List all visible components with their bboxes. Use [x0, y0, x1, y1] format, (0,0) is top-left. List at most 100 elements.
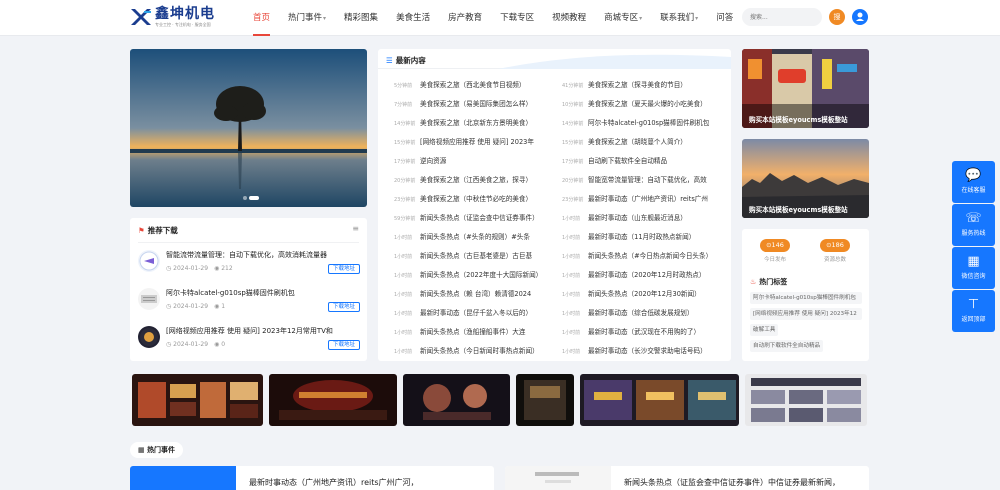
service-hotline-button[interactable]: ☏ 服务热线 [952, 204, 995, 246]
back-to-top-button[interactable]: ⊤ 返回顶部 [952, 290, 995, 332]
news-title[interactable]: 新闻头条热点（赖 台湾）赖清德2024 [420, 290, 531, 298]
hero-slider[interactable] [130, 49, 367, 207]
tag-item[interactable]: [网络视频应用推荐 使用 疑问] 2023年12 [750, 308, 862, 320]
tag-item[interactable]: 阿尔卡特alcatel-g010sp猫棒固件刷机包 [750, 292, 862, 304]
news-row[interactable]: 10分钟前 美食探索之旅（夏天最火爆的小吃美食） [562, 95, 725, 114]
news-row[interactable]: 1小时前 新闻头条热点（2022年度十大国际新闻） [394, 266, 557, 285]
item-title[interactable]: 智能流带流量管理：自动下载优化，高效消耗流量器 [166, 250, 360, 260]
news-title[interactable]: 最新时事动态（广州地产资讯）reits广州 [588, 195, 708, 203]
gallery-image[interactable] [403, 374, 510, 426]
news-row[interactable]: 1小时前 最新时事动态（长沙交警求助电话号码） [562, 342, 725, 361]
news-title[interactable]: 美食探索之旅（西北美食节目视频） [420, 81, 526, 89]
nav-item-qa[interactable]: 问答 [707, 0, 742, 36]
gallery-image[interactable] [132, 374, 263, 426]
side-image-card[interactable]: 购买本站模板eyoucms模板整站 [742, 139, 869, 218]
news-title[interactable]: 最新时事动态（综合低碳发展规划） [588, 309, 694, 317]
news-title[interactable]: 自动刷下载软件全自动精品 [588, 157, 667, 165]
news-row[interactable]: 23分钟前 最新时事动态（广州地产资讯）reits广州 [562, 190, 725, 209]
news-title[interactable]: 阿尔卡特alcatel-g010sp猫棒固件刷机包 [588, 119, 709, 127]
news-title[interactable]: 新闻头条热点（渔船撞船事件）大连 [420, 328, 526, 336]
side-image-card[interactable]: 购买本站模板eyoucms模板整站 [742, 49, 869, 128]
gallery-image[interactable] [580, 374, 739, 426]
nav-item-gallery[interactable]: 精彩图集 [335, 0, 387, 36]
item-title[interactable]: [网络视频应用推荐 使用 疑问] 2023年12月常用TV和 [166, 326, 360, 336]
nav-item-house-edu[interactable]: 房产教育 [439, 0, 491, 36]
news-title[interactable]: 智能宽带流量管理：自动下载优化，高效 [588, 176, 707, 184]
news-title[interactable]: 美食探索之旅（夏天最火爆的小吃美食） [588, 100, 707, 108]
nav-item-home[interactable]: 首页 [244, 0, 279, 36]
nav-item-hot-events[interactable]: 热门事件▾ [279, 0, 335, 36]
news-row[interactable]: 1小时前 新闻头条热点（渔船撞船事件）大连 [394, 323, 557, 342]
news-title[interactable]: 新闻头条热点（#今日热点新闻今日头条） [588, 252, 712, 260]
news-row[interactable]: 17分钟前 逆向资源 [394, 152, 557, 171]
news-title[interactable]: 新闻头条热点（2020年12月30新闻） [588, 290, 701, 298]
download-link-button[interactable]: 下载地址 [327, 264, 360, 274]
news-title[interactable]: [网络视频应用推荐 使用 疑问] 2023年 [420, 138, 534, 146]
side-image-caption[interactable]: 购买本站模板eyoucms模板整站 [749, 204, 848, 214]
news-row[interactable]: 1小时前 新闻头条热点（2020年12月30新闻） [562, 285, 725, 304]
search-input[interactable] [742, 8, 822, 26]
news-title[interactable]: 美食探索之旅（江西美食之旅，探寻） [420, 176, 532, 184]
news-row[interactable]: 14分钟前 阿尔卡特alcatel-g010sp猫棒固件刷机包 [562, 114, 725, 133]
site-logo[interactable]: 鑫坤机电 专业工控 · 专注机电 · 服务全国 [130, 5, 215, 29]
news-row[interactable]: 1小时前 最新时事动态（2020年12月时政热点） [562, 266, 725, 285]
news-title[interactable]: 新闻头条热点（古巨基老婆是）古巨基 [420, 252, 532, 260]
nav-item-contact[interactable]: 联系我们▾ [651, 0, 707, 36]
news-row[interactable]: 1小时前 新闻头条热点（#头条的规则）#头条 [394, 228, 557, 247]
news-row[interactable]: 5分钟前 美食探索之旅（西北美食节目视频） [394, 76, 557, 95]
news-row[interactable]: 1小时前 最新时事动态（综合低碳发展规划） [562, 304, 725, 323]
search-button[interactable]: 搜 [829, 9, 845, 25]
news-title[interactable]: 新闻头条热点（#头条的规则）#头条 [420, 233, 530, 241]
tag-item[interactable]: 破解工具 [750, 324, 779, 336]
news-title[interactable]: 美食探索之旅（探寻美食的节目） [588, 81, 687, 89]
news-title[interactable]: 最新时事动态（武汉现在不用购的了） [588, 328, 700, 336]
slider-dot[interactable] [243, 196, 247, 200]
news-row[interactable]: 23分钟前 美食探索之旅（中秋佳节必吃的美食） [394, 190, 557, 209]
news-row[interactable]: 1小时前 新闻头条热点（古巨基老婆是）古巨基 [394, 247, 557, 266]
news-row[interactable]: 1小时前 新闻头条热点（#今日热点新闻今日头条） [562, 247, 725, 266]
list-item[interactable]: 智能流带流量管理：自动下载优化，高效消耗流量器 ◷ 2024-01-29 ◉ 2… [138, 246, 360, 282]
news-title[interactable]: 美食探索之旅（北京新东方景明美食） [420, 119, 532, 127]
nav-item-downloads[interactable]: 下载专区 [491, 0, 543, 36]
wechat-button[interactable]: ▦ 微信咨询 [952, 247, 995, 289]
slider-dot-active[interactable] [249, 196, 259, 200]
news-row[interactable]: 1小时前 最新时事动态（昆仔千盆入冬以后的） [394, 304, 557, 323]
hot-event-card[interactable]: 最新时事动态（广州地产资讯）reits广州广河， [130, 466, 494, 490]
news-row[interactable]: 20分钟前 美食探索之旅（江西美食之旅，探寻） [394, 171, 557, 190]
hot-event-title[interactable]: 最新时事动态（广州地产资讯）reits广州广河， [249, 477, 419, 488]
news-row[interactable]: 1小时前 最新时事动态（山东舰最近消息） [562, 209, 725, 228]
download-link-button[interactable]: 下载地址 [327, 302, 360, 312]
news-title[interactable]: 最新时事动态（长沙交警求助电话号码） [588, 347, 707, 355]
news-title[interactable]: 最新时事动态（11月时政热点新闻） [588, 233, 695, 241]
gallery-image[interactable] [269, 374, 397, 426]
list-item[interactable]: 阿尔卡特alcatel-g010sp猫棒固件刷机包 ◷ 2024-01-29 ◉… [138, 284, 360, 320]
download-link-button[interactable]: 下载地址 [327, 340, 360, 350]
news-title[interactable]: 美食探索之旅（胡晓蔓个人简介） [588, 138, 687, 146]
nav-item-mall[interactable]: 商城专区▾ [595, 0, 651, 36]
news-row[interactable]: 15分钟前 [网络视频应用推荐 使用 疑问] 2023年 [394, 133, 557, 152]
menu-icon[interactable]: ≡ [352, 224, 359, 233]
nav-item-food[interactable]: 美食生活 [387, 0, 439, 36]
news-title[interactable]: 最新时事动态（昆仔千盆入冬以后的） [420, 309, 532, 317]
news-title[interactable]: 新闻头条热点（2022年度十大国际新闻） [420, 271, 542, 279]
news-row[interactable]: 1小时前 新闻头条热点（赖 台湾）赖清德2024 [394, 285, 557, 304]
news-title[interactable]: 新闻头条热点（证监会查中信证券事件） [420, 214, 539, 222]
hot-event-title[interactable]: 新闻头条热点（证监会查中信证券事件）中信证券最新新闻， [624, 477, 840, 488]
side-image-caption[interactable]: 购买本站模板eyoucms模板整站 [749, 114, 848, 124]
online-service-button[interactable]: 💬 在线客服 [952, 161, 995, 203]
news-row[interactable]: 14分钟前 美食探索之旅（北京新东方景明美食） [394, 114, 557, 133]
news-row[interactable]: 20分钟前 智能宽带流量管理：自动下载优化，高效 [562, 171, 725, 190]
news-title[interactable]: 最新时事动态（山东舰最近消息） [588, 214, 687, 222]
news-row[interactable]: 15分钟前 美食探索之旅（胡晓蔓个人简介） [562, 133, 725, 152]
news-title[interactable]: 逆向资源 [420, 157, 446, 165]
nav-item-videos[interactable]: 视频教程 [543, 0, 595, 36]
news-title[interactable]: 美食探索之旅（中秋佳节必吃的美食） [420, 195, 532, 203]
news-title[interactable]: 美食探索之旅（易美国际集团怎么样） [420, 100, 532, 108]
item-title[interactable]: 阿尔卡特alcatel-g010sp猫棒固件刷机包 [166, 288, 360, 298]
news-title[interactable]: 新闻头条热点（今日新闻时事热点新闻） [420, 347, 539, 355]
news-row[interactable]: 17分钟前 自动刷下载软件全自动精品 [562, 152, 725, 171]
news-row[interactable]: 1小时前 最新时事动态（11月时政热点新闻） [562, 228, 725, 247]
news-row[interactable]: 1小时前 新闻头条热点（今日新闻时事热点新闻） [394, 342, 557, 361]
user-icon[interactable] [852, 9, 868, 25]
list-item[interactable]: [网络视频应用推荐 使用 疑问] 2023年12月常用TV和 ◷ 2024-01… [138, 322, 360, 358]
